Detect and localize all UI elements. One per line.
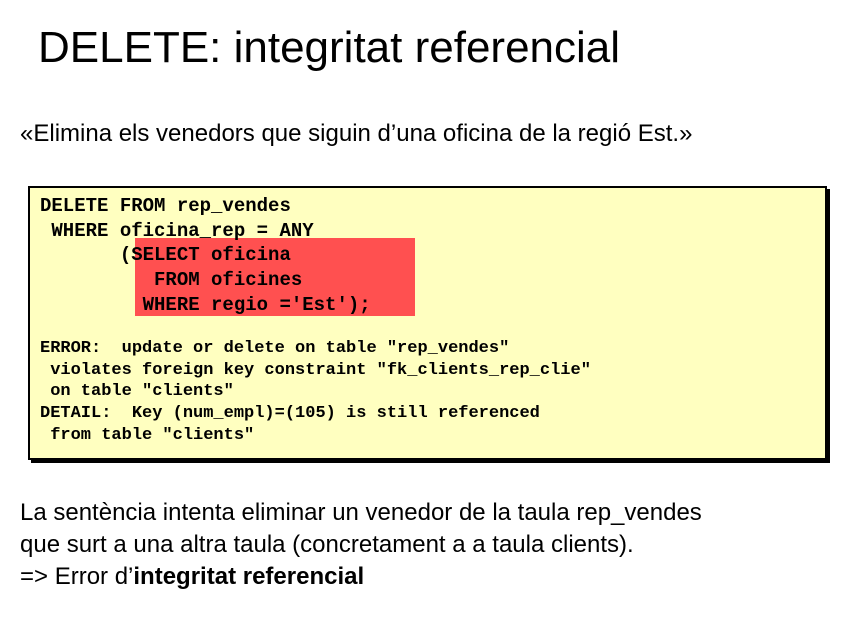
conclusion-prefix: => Error d’	[20, 563, 134, 590]
sql-line: DELETE FROM rep_vendes	[40, 195, 291, 217]
code-box: DELETE FROM rep_vendes WHERE oficina_rep…	[28, 186, 827, 460]
sql-line: WHERE oficina_rep = ANY	[40, 219, 314, 242]
error-line: on table "clients"	[40, 382, 234, 402]
conclusion-emphasis: integritat referencial	[133, 563, 365, 590]
sql-line: WHERE regio ='Est');	[40, 293, 371, 316]
error-line: DETAIL: Key (num_empl)=(105) is still re…	[40, 404, 540, 424]
error-line: from table "clients"	[40, 425, 255, 445]
slide-title: DELETE: integritat referencial	[38, 23, 621, 72]
error-line: violates foreign key constraint "fk_clie…	[40, 360, 591, 380]
error-message: ERROR: update or delete on table "rep_ve…	[40, 338, 591, 447]
error-line: ERROR: update or delete on table "rep_ve…	[40, 339, 510, 358]
explanation-line: La sentència intenta eliminar un venedor…	[20, 499, 702, 526]
task-quote: «Elimina els venedors que siguin d’una o…	[20, 120, 693, 147]
sql-line: FROM oficines	[40, 269, 303, 292]
explanation-line: que surt a una altra taula (concretament…	[20, 531, 634, 558]
explanation-conclusion: => Error d’integritat referencial	[20, 561, 702, 593]
sql-statement: DELETE FROM rep_vendes WHERE oficina_rep…	[40, 194, 371, 318]
explanation-paragraph: La sentència intenta eliminar un venedor…	[20, 497, 702, 593]
sql-line: (SELECT oficina	[40, 244, 291, 267]
